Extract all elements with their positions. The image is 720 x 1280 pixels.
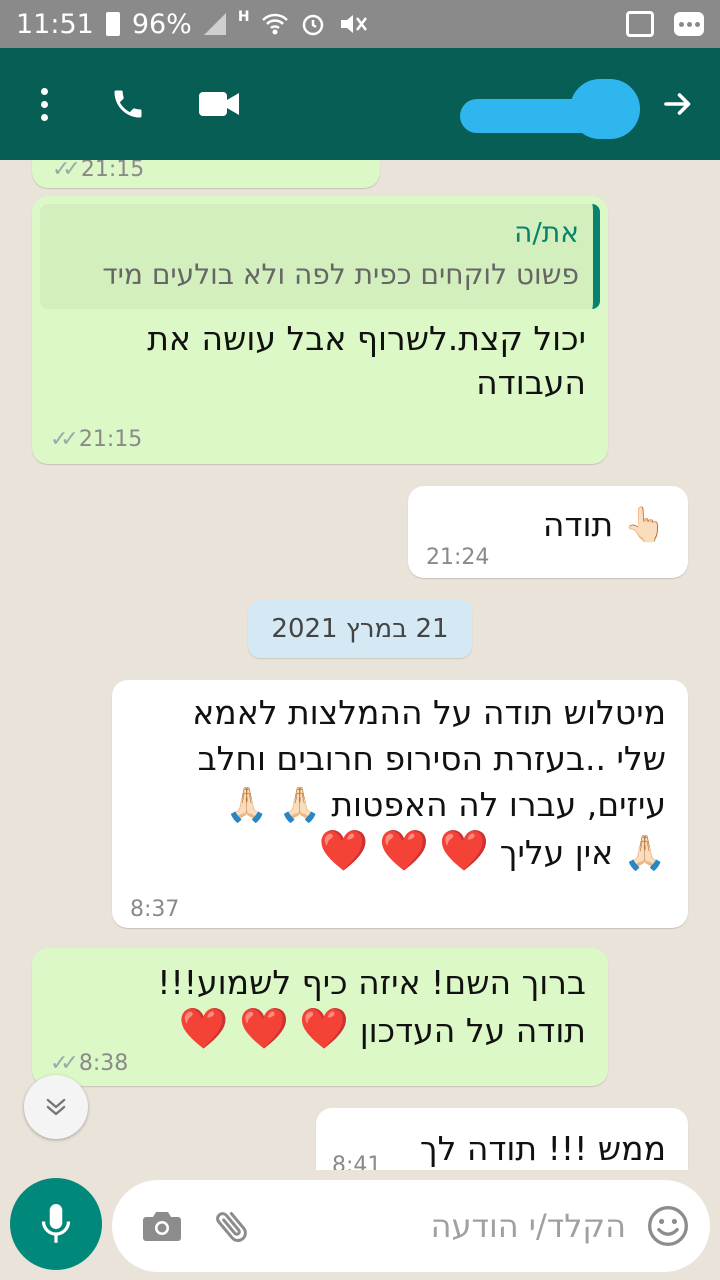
message-time: 21:15 — [80, 160, 145, 182]
quote-text: פשוט לוקחים כפית לפה ולא בולעים מיד — [102, 258, 579, 291]
battery-icon — [105, 12, 120, 36]
message-meta: ✓✓ 8:38 — [50, 1051, 128, 1076]
message-meta: ✓✓ 21:15 — [52, 160, 144, 182]
message-line-1: מיטלוש תודה על ההמלצות לאמא — [192, 693, 666, 732]
mic-icon — [41, 1204, 71, 1243]
message-input[interactable] — [326, 1207, 626, 1245]
scroll-to-bottom-button[interactable] — [24, 1075, 88, 1139]
message-line-1: ברוך השם! איזה כיף לשמוע!!! — [157, 963, 586, 1002]
quote-author: את/ה — [514, 216, 579, 249]
message-line-4: אין עליך — [499, 833, 614, 872]
heart-emoji: ❤️ — [439, 828, 490, 874]
contact-avatar-redacted[interactable] — [460, 69, 650, 139]
status-right — [626, 11, 704, 37]
videocam-icon[interactable] — [198, 89, 240, 119]
wifi-icon — [261, 13, 288, 35]
quoted-message[interactable]: את/ה פשוט לוקחים כפית לפה ולא בולעים מיד — [40, 204, 600, 309]
chat-area[interactable]: ✓✓ 21:15 את/ה פשוט לוקחים כפית לפה ולא ב… — [0, 160, 720, 1170]
message-line-2-row: תודה על העדכון ❤️ ❤️ ❤️ — [54, 1006, 586, 1054]
pointing-up-emoji: 👆🏻 — [623, 505, 666, 545]
camera-icon[interactable] — [142, 1209, 182, 1243]
attach-icon[interactable] — [212, 1206, 252, 1246]
message-meta: ✓✓ 21:15 — [50, 427, 142, 452]
message-bubble-thanks[interactable]: 👆🏻 תודה 21:24 — [408, 486, 688, 578]
message-meta: 8:41 — [332, 1153, 381, 1170]
message-bubble-reply[interactable]: את/ה פשוט לוקחים כפית לפה ולא בולעים מיד… — [32, 196, 608, 464]
alarm-icon — [302, 14, 323, 36]
network-type: H — [237, 9, 250, 25]
folded-hands-emoji: 🙏🏻 — [278, 785, 321, 825]
message-line-3-row: עיזים, עברו לה האפטות 🙏🏻 🙏🏻 — [134, 782, 666, 828]
status-time: 11:51 — [16, 8, 94, 40]
status-bar: 11:51 96% H — [0, 0, 720, 48]
composer-bar — [0, 1170, 720, 1280]
message-bubble-response[interactable]: ברוך השם! איזה כיף לשמוע!!! תודה על העדכ… — [32, 948, 608, 1086]
screenshot-icon — [626, 11, 654, 37]
read-ticks-icon: ✓✓ — [50, 1051, 79, 1076]
emoji-icon[interactable] — [646, 1204, 690, 1248]
message-meta: 8:37 — [130, 897, 179, 922]
message-text: יכול קצת.לשרוף אבל עושה את העבודה — [147, 319, 586, 402]
message-time: 21:24 — [426, 545, 490, 570]
message-line-4-row: 🙏🏻 אין עליך ❤️ ❤️ ❤️ — [134, 828, 666, 876]
message-line-2: תודה על העדכון — [359, 1011, 586, 1050]
signal-icon — [203, 13, 226, 35]
battery-level: 96% — [131, 8, 192, 40]
heart-emoji: ❤️ — [299, 1006, 350, 1052]
message-time: 8:38 — [78, 1051, 129, 1076]
folded-hands-emoji: 🙏🏻 — [225, 785, 268, 825]
heart-emoji: ❤️ — [318, 828, 369, 874]
message-line-2: שלי ..בעזרת הסירופ חרובים וחלב — [197, 739, 666, 778]
heart-emoji: ❤️ — [178, 1006, 229, 1052]
message-bubble-partial[interactable]: ✓✓ 21:15 — [32, 160, 380, 188]
chat-header — [0, 48, 720, 160]
message-bubble-long[interactable]: מיטלוש תודה על ההמלצות לאמא שלי ..בעזרת … — [112, 680, 688, 928]
date-divider: 21 במרץ 2021 — [248, 600, 472, 658]
read-ticks-icon: ✓✓ — [50, 427, 79, 452]
more-vert-icon[interactable] — [24, 87, 64, 121]
message-time: 21:15 — [78, 427, 143, 452]
mic-button[interactable] — [10, 1178, 102, 1270]
arrow-forward-icon[interactable] — [660, 86, 696, 122]
message-meta: 21:24 — [426, 545, 489, 570]
message-text-row: 👆🏻 תודה — [430, 502, 666, 548]
mute-icon — [340, 15, 367, 33]
message-text: ממש !!! תודה לך — [419, 1129, 666, 1168]
call-icon[interactable] — [110, 86, 146, 122]
folded-hands-emoji: 🙏🏻 — [623, 833, 666, 873]
message-time: 8:37 — [130, 897, 180, 922]
message-bubble-last[interactable]: ממש !!! תודה לך 8:41 — [316, 1108, 688, 1170]
read-ticks-icon: ✓✓ — [52, 160, 81, 182]
message-text: תודה — [542, 505, 614, 544]
chat-bubble-icon — [674, 12, 704, 36]
message-line-3: עיזים, עברו לה האפטות — [331, 785, 666, 824]
message-field[interactable] — [112, 1180, 710, 1272]
message-time: 8:41 — [332, 1153, 382, 1170]
double-chevron-down-icon — [46, 1098, 66, 1116]
status-left: 11:51 96% H — [16, 9, 368, 40]
heart-emoji: ❤️ — [379, 828, 429, 874]
heart-emoji: ❤️ — [239, 1006, 289, 1052]
